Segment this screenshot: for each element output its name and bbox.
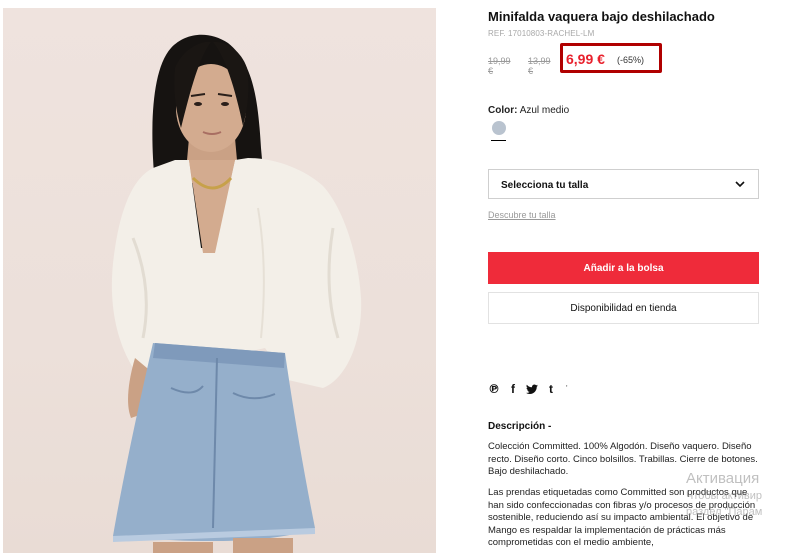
product-image[interactable] xyxy=(3,8,436,553)
size-guide-link[interactable]: Descubre tu talla xyxy=(488,210,556,220)
more-icon[interactable]: ' xyxy=(566,382,568,396)
selected-swatch-indicator xyxy=(491,140,506,141)
description-title[interactable]: Descripción - xyxy=(488,421,551,432)
watermark-line-1: Активация xyxy=(686,470,760,487)
twitter-icon[interactable] xyxy=(526,384,538,395)
previous-price: 13,99 € xyxy=(528,56,551,76)
store-availability-button[interactable]: Disponibilidad en tienda xyxy=(488,292,759,324)
model-illustration xyxy=(111,34,362,553)
discount-badge: (-65%) xyxy=(617,55,645,65)
color-swatch-azul-medio[interactable] xyxy=(492,121,506,135)
color-value: Azul medio xyxy=(519,105,570,116)
add-to-bag-button[interactable]: Añadir a la bolsa xyxy=(488,252,759,284)
pinterest-icon[interactable]: ℗ xyxy=(488,382,500,396)
current-price: 6,99 € xyxy=(566,51,605,67)
color-label-key: Color: xyxy=(488,105,518,116)
watermark-line-2: Чтобы активир xyxy=(686,490,762,502)
watermark-line-3: раздел "Парам xyxy=(686,506,763,518)
color-label: Color: Azul medio xyxy=(488,105,569,116)
product-reference: REF. 17010803-RACHEL-LM xyxy=(488,29,595,38)
product-title: Minifalda vaquera bajo deshilachado xyxy=(488,9,715,24)
tumblr-icon[interactable]: t xyxy=(549,382,553,396)
size-select-label: Selecciona tu talla xyxy=(501,180,589,191)
chevron-down-icon xyxy=(735,181,745,188)
original-price: 19,99 € xyxy=(488,56,511,76)
os-activation-watermark: Активация Чтобы активир раздел "Парам xyxy=(686,470,762,520)
share-icons: ℗ f t ' xyxy=(488,382,568,396)
facebook-icon[interactable]: f xyxy=(511,382,515,396)
size-select-dropdown[interactable]: Selecciona tu talla xyxy=(488,169,759,199)
